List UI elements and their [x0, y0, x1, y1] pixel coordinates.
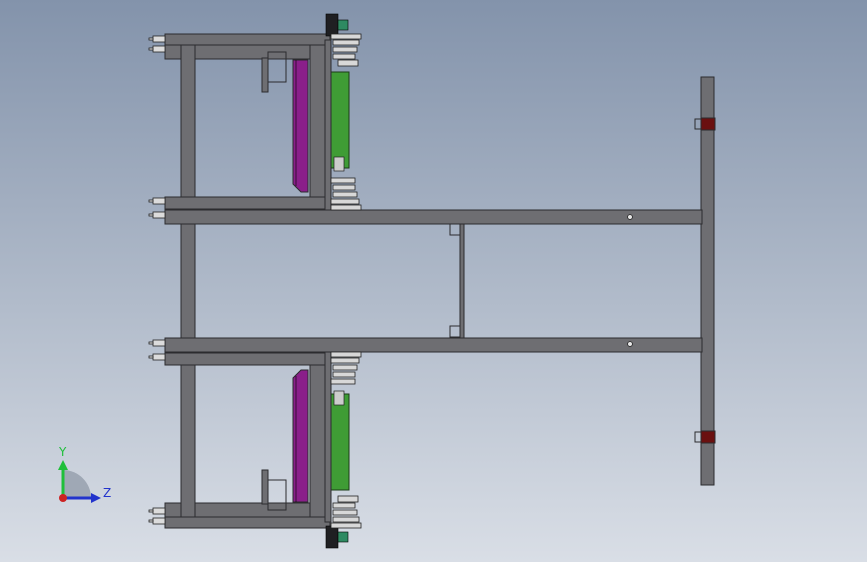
upper-magenta-panel	[292, 59, 309, 193]
triad-arc	[63, 470, 91, 498]
rear-vertical-bar	[700, 76, 715, 486]
upper-frame-unit	[164, 13, 362, 211]
lower-long-rail	[164, 337, 703, 353]
leveling-feet	[148, 35, 166, 525]
red-block-bottom	[694, 430, 716, 444]
assembly-drawing: Y Z	[58, 13, 716, 549]
y-axis-label: Y	[58, 445, 67, 459]
upper-bottom-clamps	[330, 177, 362, 211]
upper-top-clamps	[330, 33, 362, 67]
x-axis-icon	[59, 494, 67, 502]
upper-long-rail	[164, 209, 703, 225]
z-axis-label: Z	[103, 486, 111, 500]
coordinate-triad[interactable]: Y Z	[58, 445, 111, 503]
lower-magenta-panel	[292, 369, 309, 503]
middle-cross-member	[449, 223, 465, 339]
red-block-top	[694, 117, 716, 131]
lower-top-clamps	[330, 495, 362, 529]
lower-frame-unit	[164, 351, 362, 549]
lower-bottom-clamps	[330, 351, 362, 385]
left-center-post	[180, 223, 196, 339]
cad-viewport[interactable]: Y Z	[0, 0, 867, 562]
